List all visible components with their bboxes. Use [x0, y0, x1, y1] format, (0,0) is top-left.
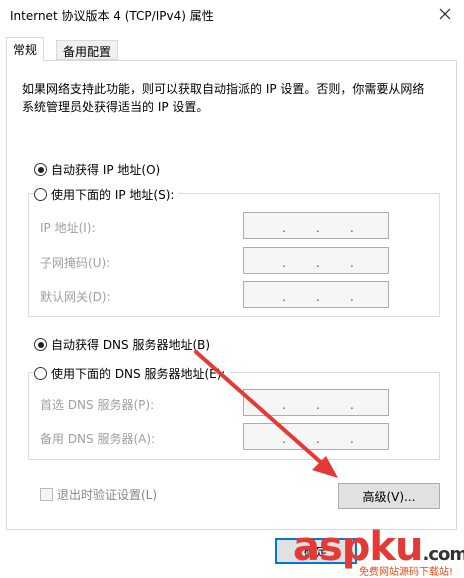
title-bar: Internet 协议版本 4 (TCP/IPv4) 属性 [0, 0, 464, 30]
radio-button[interactable] [34, 188, 47, 201]
auto-ip-radio[interactable]: 自动获得 IP 地址(O) [34, 161, 165, 178]
ip-address-label: IP 地址(I): [40, 221, 96, 235]
watermark-tld: .com [422, 544, 464, 565]
radio-button[interactable] [34, 338, 47, 351]
validate-settings-label: 退出时验证设置(L) [57, 488, 158, 502]
manual-dns-radio[interactable]: 使用下面的 DNS 服务器地址(E): [34, 365, 230, 382]
close-icon[interactable] [436, 5, 454, 23]
radio-button[interactable] [34, 163, 47, 176]
advanced-button[interactable]: 高级(V)... [338, 483, 440, 509]
description-text: 如果网络支持此功能，则可以获取自动指派的 IP 设置。否则，你需要从网络系统管理… [22, 82, 425, 114]
preferred-dns-label: 首选 DNS 服务器(P): [40, 398, 155, 412]
subnet-mask-input[interactable]: ... [243, 247, 389, 274]
default-gateway-label: 默认网关(D): [40, 290, 111, 304]
ip-address-input[interactable]: ... [243, 212, 389, 239]
default-gateway-input[interactable]: ... [243, 281, 389, 308]
radio-button[interactable] [34, 367, 47, 380]
auto-dns-radio[interactable]: 自动获得 DNS 服务器地址(B) [34, 336, 215, 353]
manual-dns-label: 使用下面的 DNS 服务器地址(E): [51, 367, 226, 381]
checkbox-box[interactable] [40, 488, 53, 501]
auto-ip-label: 自动获得 IP 地址(O) [51, 163, 161, 177]
auto-dns-label: 自动获得 DNS 服务器地址(B) [51, 338, 211, 352]
validate-settings-checkbox[interactable]: 退出时验证设置(L) [40, 486, 157, 503]
window-title: Internet 协议版本 4 (TCP/IPv4) 属性 [10, 9, 214, 23]
subnet-mask-label: 子网掩码(U): [40, 256, 111, 270]
watermark-subtitle: 免费网站源码下载站! [357, 563, 456, 578]
alternate-dns-input[interactable]: ... [243, 423, 389, 450]
tab-alternate-config[interactable]: 备用配置 [56, 40, 119, 60]
manual-ip-label: 使用下面的 IP 地址(S): [51, 188, 175, 202]
tab-general[interactable]: 常规 [6, 37, 45, 61]
manual-ip-radio[interactable]: 使用下面的 IP 地址(S): [34, 186, 179, 203]
watermark-logo: aspku.com 免费网站源码下载站! [293, 524, 464, 578]
preferred-dns-input[interactable]: ... [243, 389, 389, 416]
alternate-dns-label: 备用 DNS 服务器(A): [40, 432, 156, 446]
